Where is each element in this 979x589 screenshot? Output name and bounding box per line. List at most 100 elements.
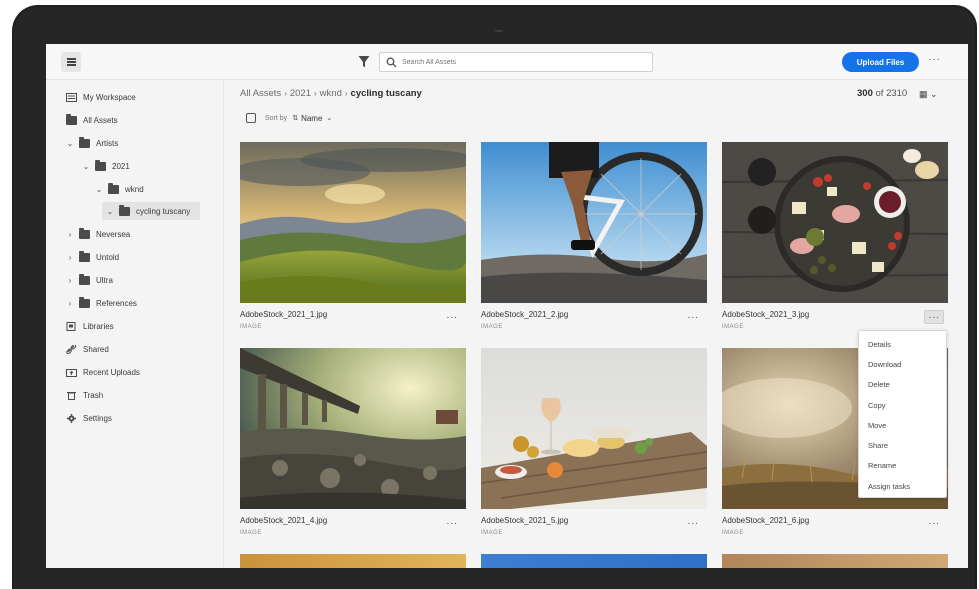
hamburger-icon	[66, 61, 76, 63]
sort-order-icon[interactable]: ⇅	[292, 114, 298, 122]
folder-icon	[108, 182, 119, 194]
sort-field-dropdown[interactable]: Name	[301, 114, 322, 123]
asset-type: IMAGE	[722, 530, 744, 536]
menu-item-rename[interactable]: Rename	[859, 456, 946, 476]
asset-thumbnail[interactable]	[481, 348, 707, 509]
sidebar-item-untold[interactable]: › Untold	[65, 248, 119, 266]
count-of: of	[875, 88, 884, 99]
asset-thumbnail[interactable]	[481, 554, 707, 568]
asset-thumbnail[interactable]	[240, 142, 466, 303]
asset-thumbnail[interactable]	[481, 142, 707, 303]
search-input[interactable]	[402, 55, 642, 69]
sidebar-item-recent-uploads[interactable]: Recent Uploads	[66, 363, 140, 381]
sidebar-item-trash[interactable]: Trash	[66, 386, 103, 404]
breadcrumb-item[interactable]: wknd	[320, 88, 342, 99]
chevron-right-icon[interactable]: ›	[65, 230, 75, 239]
menu-item-copy[interactable]: Copy	[859, 395, 946, 415]
menu-item-assign-tasks[interactable]: Assign tasks	[859, 476, 946, 496]
folder-icon	[79, 136, 90, 148]
menu-item-details[interactable]: Details	[859, 334, 946, 354]
asset-card[interactable]: AdobeStock_2021_3.jpg IMAGE ···	[722, 142, 948, 340]
chevron-right-icon[interactable]: ›	[65, 276, 75, 285]
more-actions-button[interactable]: ···	[928, 54, 941, 65]
chevron-down-icon[interactable]: ⌄	[65, 139, 75, 148]
asset-more-button[interactable]: ···	[683, 310, 703, 324]
asset-thumbnail[interactable]	[722, 142, 948, 303]
breadcrumb: All Assets › 2021 › wknd › cycling tuscany	[240, 88, 422, 99]
sidebar-item-references[interactable]: › References	[65, 294, 137, 312]
asset-more-button[interactable]: ···	[442, 516, 462, 530]
chevron-down-icon[interactable]: ⌄	[105, 207, 115, 216]
sidebar-item-ultra[interactable]: › Ultra	[65, 271, 113, 289]
search-field[interactable]	[379, 52, 653, 72]
breadcrumb-item[interactable]: All Assets	[240, 88, 281, 99]
asset-type: IMAGE	[481, 324, 503, 330]
folder-icon	[79, 296, 90, 308]
asset-card[interactable]: AdobeStock_2021_5.jpg IMAGE ···	[481, 348, 707, 546]
sidebar-item-all-assets[interactable]: All Assets	[66, 111, 118, 129]
asset-thumbnail[interactable]	[240, 348, 466, 509]
upload-files-button[interactable]: Upload Files	[842, 52, 919, 72]
folder-icon	[95, 159, 106, 171]
folder-icon	[66, 113, 77, 125]
sidebar-item-settings[interactable]: Settings	[66, 409, 112, 427]
asset-card[interactable]: AdobeStock_2021_2.jpg IMAGE ···	[481, 142, 707, 340]
asset-more-button[interactable]: ···	[442, 310, 462, 324]
camera	[495, 30, 503, 32]
view-switcher-button[interactable]: ▦ ⌄	[919, 89, 938, 100]
sidebar-item-label: Neversea	[96, 229, 131, 239]
chevron-down-icon[interactable]: ⌄	[326, 114, 332, 122]
asset-card[interactable]: AdobeStock_2021_4.jpg IMAGE ···	[240, 348, 466, 546]
asset-more-button[interactable]: ···	[683, 516, 703, 530]
sidebar-item-wknd[interactable]: ⌄ wknd	[94, 180, 144, 198]
sidebar-item-label: Recent Uploads	[83, 367, 140, 377]
chevron-down-icon[interactable]: ⌄	[81, 162, 91, 171]
chevron-right-icon[interactable]: ›	[65, 253, 75, 262]
top-bar: Upload Files ···	[46, 44, 968, 80]
asset-name: AdobeStock_2021_6.jpg	[722, 516, 810, 525]
folder-icon	[79, 250, 90, 262]
asset-type: IMAGE	[240, 530, 262, 536]
asset-name: AdobeStock_2021_5.jpg	[481, 516, 569, 525]
sidebar-item-label: Shared	[83, 344, 109, 354]
select-all-checkbox[interactable]	[246, 113, 256, 123]
sidebar-item-label: All Assets	[83, 115, 118, 125]
search-icon	[386, 57, 397, 68]
upload-folder-icon	[66, 368, 77, 377]
folder-icon	[79, 273, 90, 285]
menu-item-download[interactable]: Download	[859, 354, 946, 374]
asset-context-menu: Details Download Delete Copy Move Share …	[858, 330, 947, 498]
sidebar-item-label: Libraries	[83, 321, 114, 331]
grid-view-icon: ▦	[919, 89, 928, 99]
filter-icon[interactable]	[358, 55, 370, 69]
chevron-down-icon[interactable]: ⌄	[94, 185, 104, 194]
sidebar-item-label: wknd	[125, 184, 144, 194]
libraries-icon	[66, 321, 76, 331]
asset-thumbnail[interactable]	[722, 554, 948, 568]
asset-thumbnail[interactable]	[240, 554, 466, 568]
sidebar-item-my-workspace[interactable]: My Workspace	[66, 88, 136, 106]
sidebar-item-libraries[interactable]: Libraries	[66, 317, 114, 335]
menu-item-delete[interactable]: Delete	[859, 375, 946, 395]
asset-card[interactable]: AdobeStock_2021_1.jpg IMAGE ···	[240, 142, 466, 340]
count-total: 2310	[886, 88, 908, 99]
sidebar-item-2021[interactable]: ⌄ 2021	[81, 157, 130, 175]
count-shown: 300	[857, 88, 873, 99]
folder-icon	[119, 204, 130, 216]
sidebar-item-shared[interactable]: Shared	[66, 340, 109, 358]
chevron-right-icon[interactable]: ›	[65, 299, 75, 308]
asset-more-button[interactable]: ···	[924, 310, 944, 324]
sidebar-item-neversea[interactable]: › Neversea	[65, 225, 130, 243]
asset-count: 300 of 2310	[857, 88, 907, 99]
breadcrumb-separator: ›	[344, 89, 348, 98]
menu-item-move[interactable]: Move	[859, 415, 946, 435]
sidebar: My Workspace All Assets ⌄ Artists ⌄ 2021…	[46, 80, 224, 568]
menu-item-share[interactable]: Share	[859, 435, 946, 455]
asset-name: AdobeStock_2021_3.jpg	[722, 310, 810, 319]
breadcrumb-item[interactable]: 2021	[290, 88, 311, 99]
hamburger-menu-button[interactable]	[61, 52, 81, 72]
sidebar-item-cycling-tuscany[interactable]: ⌄ cycling tuscany	[102, 202, 201, 220]
breadcrumb-separator: ›	[314, 89, 317, 98]
sidebar-item-artists[interactable]: ⌄ Artists	[65, 134, 118, 152]
asset-more-button[interactable]: ···	[924, 516, 944, 530]
